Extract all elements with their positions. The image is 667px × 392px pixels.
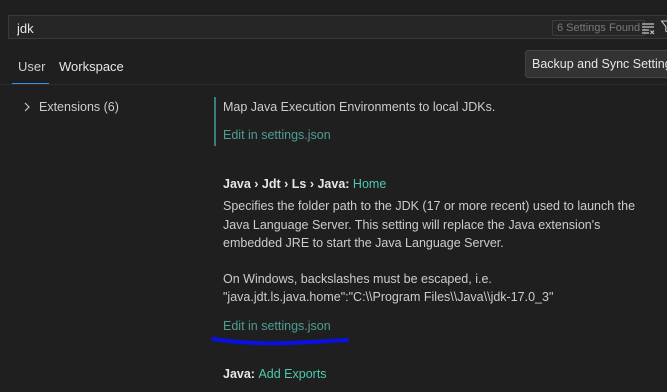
tab-user[interactable]: User [18,59,45,74]
tab-workspace[interactable]: Workspace [59,59,124,74]
toc-item-extensions[interactable]: Extensions (6) [22,100,119,114]
results-count-badge: 6 Settings Found [552,20,646,36]
setting-title: Java: Add Exports [223,365,327,383]
blue-underline-annotation [211,337,349,346]
setting-description: Map Java Execution Environments to local… [223,100,496,114]
edit-in-settings-json-link[interactable]: Edit in settings.json [223,317,331,335]
edit-in-settings-json-link[interactable]: Edit in settings.json [223,126,331,144]
setting-title-path: Java: [223,367,259,381]
focused-setting-indicator [214,97,216,146]
clear-filter-icon[interactable] [641,21,655,35]
setting-description-line: Specifies the folder path to the JDK (17… [223,199,636,213]
setting-description-line: Java Language Server. This setting will … [223,218,601,232]
search-input[interactable] [17,19,417,37]
backup-sync-button[interactable]: Backup and Sync Settings [525,50,667,78]
setting-note-line: On Windows, backslashes must be escaped,… [223,272,492,286]
chevron-right-icon [24,102,30,112]
tabs-divider [0,84,667,85]
setting-title-path: Java › Jdt › Ls › Java: [223,177,353,191]
filter-icon[interactable] [661,20,667,34]
setting-title: Java › Jdt › Ls › Java: Home [223,175,386,193]
setting-description-line: embedded JRE to start the Java Language … [223,236,504,250]
toc-item-label: Extensions (6) [39,100,119,114]
setting-title-key: Add Exports [258,367,327,381]
settings-search-bar: 6 Settings Found [8,15,667,39]
setting-title-key: Home [352,177,387,191]
setting-note-line: "java.jdt.ls.java.home":"C:\\Program Fil… [223,290,554,304]
